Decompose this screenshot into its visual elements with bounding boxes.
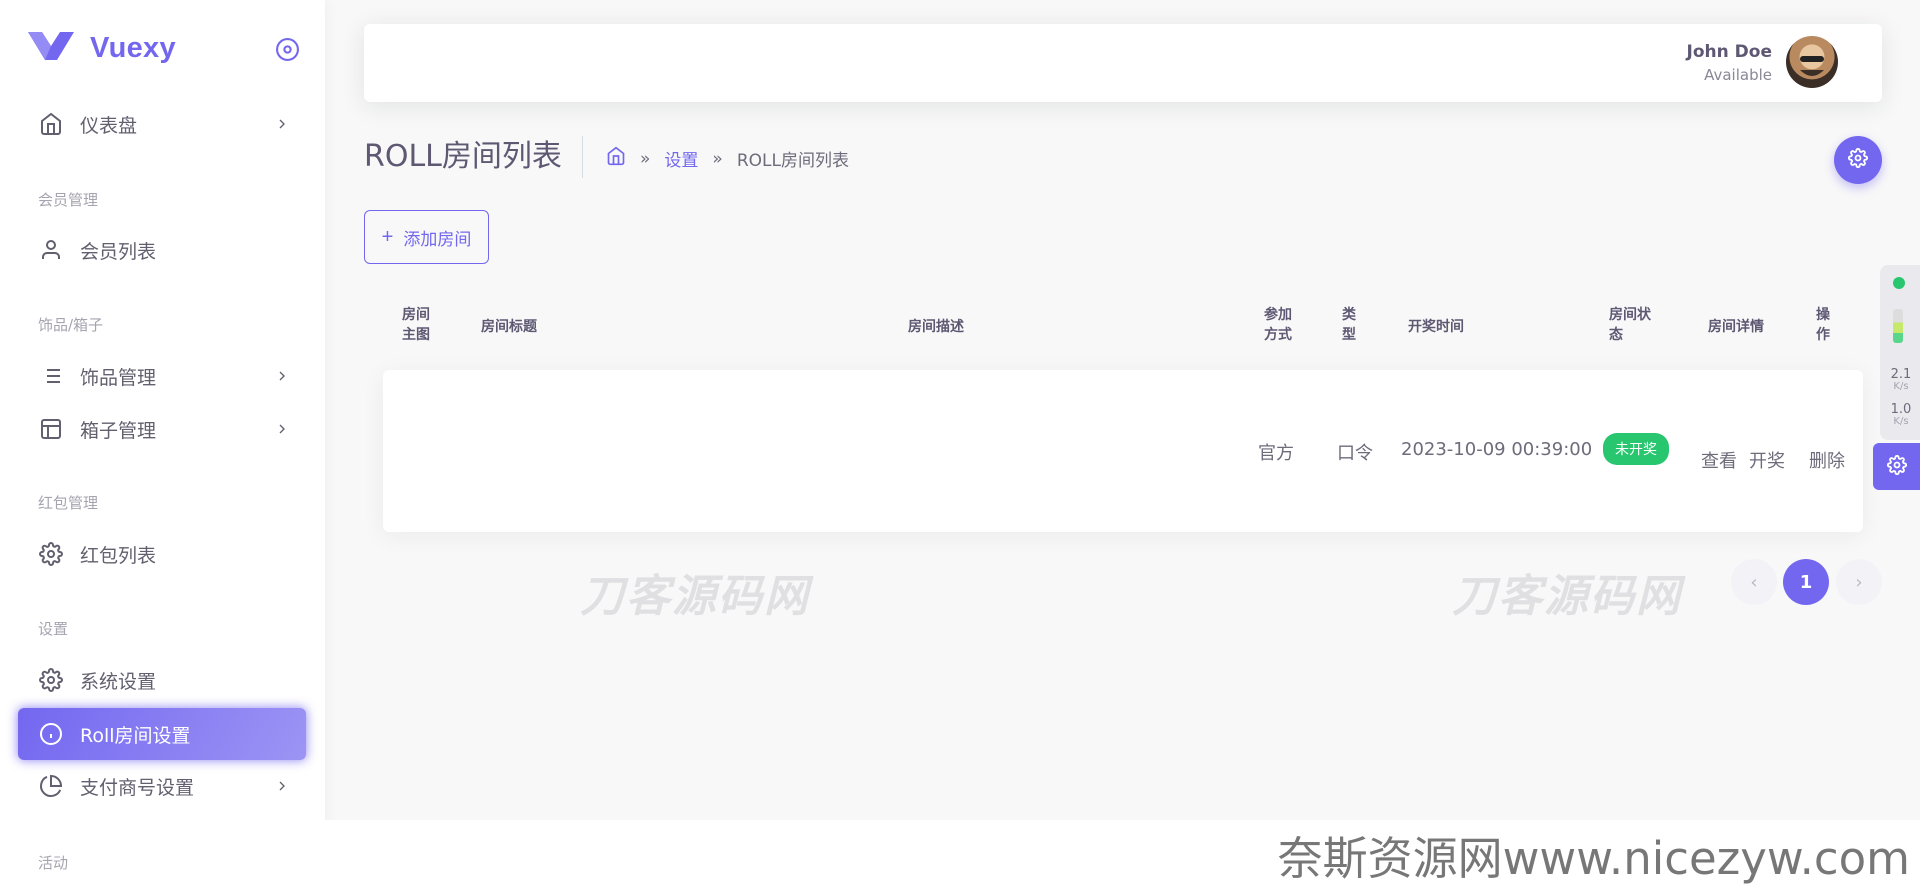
- user-status: Available: [1704, 66, 1772, 84]
- cell-type: 口令: [1337, 443, 1373, 464]
- sidebar-item-boxes[interactable]: 箱子管理: [18, 403, 306, 455]
- usage-meter-icon: [1893, 309, 1903, 343]
- section-header-settings: 设置: [38, 620, 69, 638]
- home-icon: [38, 111, 64, 137]
- breadcrumb: » 设置 » ROLL房间列表: [606, 146, 849, 171]
- sidebar-item-items[interactable]: 饰品管理: [18, 350, 306, 402]
- section-header-redpacket: 红包管理: [38, 494, 99, 512]
- list-icon: [38, 363, 64, 389]
- brand[interactable]: Vuexy: [28, 30, 176, 66]
- section-header-members: 会员管理: [38, 191, 99, 209]
- download-speed: 1.0 K/s: [1890, 402, 1912, 427]
- sidebar-item-label: Roll房间设置: [80, 724, 191, 747]
- pagination-prev-button[interactable]: ‹: [1731, 559, 1777, 605]
- brand-name: Vuexy: [90, 31, 176, 64]
- sidebar-item-member-list[interactable]: 会员列表: [18, 224, 306, 276]
- delete-link[interactable]: 删除: [1809, 447, 1845, 473]
- sidebar-item-dashboard[interactable]: 仪表盘: [18, 98, 306, 150]
- column-header-title: 房间标题: [481, 319, 537, 335]
- sidebar-item-payment-settings[interactable]: 支付商号设置: [18, 760, 306, 812]
- avatar[interactable]: [1786, 36, 1838, 88]
- status-badge: 未开奖: [1603, 433, 1669, 465]
- plus-icon: +: [381, 225, 394, 248]
- sidebar-item-label: 饰品管理: [80, 366, 157, 389]
- customizer-toggle-button[interactable]: [1873, 443, 1920, 490]
- column-header-status: 房间状态: [1609, 307, 1651, 343]
- breadcrumb-current: ROLL房间列表: [736, 151, 849, 171]
- column-header-image: 房间 主图: [402, 307, 430, 343]
- sidebar-item-label: 箱子管理: [80, 419, 157, 442]
- column-header-type: 类型: [1342, 307, 1356, 343]
- gear-icon: [38, 541, 64, 567]
- gear-icon: [1847, 147, 1869, 172]
- watermark-text: 刀客源码网: [580, 571, 810, 622]
- user-name[interactable]: John Doe: [1687, 42, 1772, 62]
- home-icon[interactable]: [606, 146, 626, 171]
- network-monitor-widget[interactable]: 2.1 K/s 1.0 K/s: [1880, 265, 1920, 440]
- chevron-right-icon: [274, 115, 290, 131]
- sidebar-item-roll-room-settings[interactable]: Roll房间设置: [18, 708, 306, 760]
- cell-join-method: 官方: [1258, 443, 1294, 464]
- settings-button[interactable]: [1834, 136, 1882, 184]
- watermark-text: 刀客源码网: [1452, 571, 1682, 622]
- section-header-items: 饰品/箱子: [38, 316, 104, 334]
- add-room-label: 添加房间: [403, 229, 472, 249]
- breadcrumb-link-settings[interactable]: 设置: [664, 146, 698, 171]
- breadcrumb-separator: »: [712, 148, 723, 169]
- status-dot-icon: [1893, 277, 1905, 289]
- section-header-activity: 活动: [38, 854, 69, 872]
- footer-watermark-text: 奈斯资源网www.nicezyw.com: [1277, 832, 1910, 885]
- breadcrumb-separator: »: [640, 148, 651, 169]
- top-navbar: John Doe Available: [364, 24, 1882, 102]
- sidebar-toggle-icon[interactable]: [275, 37, 300, 62]
- gear-icon: [38, 667, 64, 693]
- column-header-actions: 操作: [1816, 307, 1830, 343]
- sidebar-item-label: 会员列表: [80, 240, 157, 263]
- sidebar-item-label: 系统设置: [80, 670, 157, 693]
- add-room-button[interactable]: + 添加房间: [364, 210, 489, 264]
- chevron-right-icon: [274, 777, 290, 793]
- chevron-right-icon: [274, 420, 290, 436]
- layout-icon: [38, 416, 64, 442]
- page-title: ROLL房间列表: [364, 136, 583, 178]
- column-header-draw-time: 开奖时间: [1408, 319, 1464, 335]
- user-icon: [38, 237, 64, 263]
- sidebar: Vuexy 仪表盘 会员管理 会员列表 饰品/箱子 饰品管理 箱子管理 红包管理…: [0, 0, 325, 885]
- vuexy-logo-icon: [28, 30, 74, 66]
- column-header-description: 房间描述: [908, 319, 964, 335]
- gear-icon: [1886, 454, 1907, 479]
- chevron-right-icon: [274, 367, 290, 383]
- column-header-details: 房间详情: [1708, 319, 1764, 335]
- sidebar-item-label: 支付商号设置: [80, 776, 195, 799]
- pagination-page-1[interactable]: 1: [1783, 559, 1829, 605]
- cell-draw-time: 2023-10-09 00:39:00: [1401, 439, 1593, 460]
- pie-chart-icon: [38, 773, 64, 799]
- pagination-next-button[interactable]: ›: [1836, 559, 1882, 605]
- info-icon: [38, 721, 64, 747]
- column-header-join-method: 参加 方式: [1264, 307, 1292, 343]
- upload-speed: 2.1 K/s: [1890, 367, 1912, 392]
- view-link[interactable]: 查看: [1701, 447, 1737, 473]
- draw-link[interactable]: 开奖: [1749, 447, 1785, 473]
- sidebar-item-redpacket-list[interactable]: 红包列表: [18, 528, 306, 580]
- sidebar-item-label: 仪表盘: [80, 114, 138, 137]
- sidebar-item-label: 红包列表: [80, 544, 157, 567]
- sidebar-item-system-settings[interactable]: 系统设置: [18, 654, 306, 706]
